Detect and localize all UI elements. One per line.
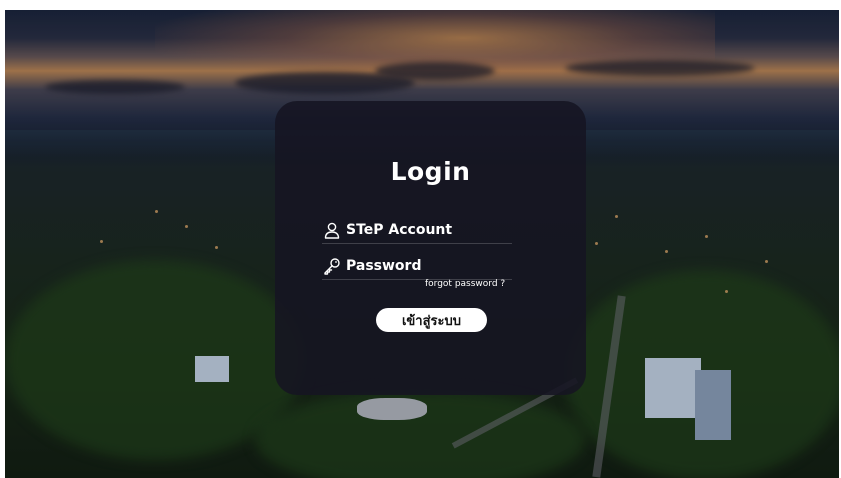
account-label: STeP Account [346, 222, 453, 238]
login-button[interactable]: เข้าสู่ระบบ [376, 308, 487, 332]
login-panel: Login STeP Account Password forgot passw… [275, 101, 586, 395]
password-label: Password [346, 258, 422, 274]
password-field[interactable]: Password [322, 253, 512, 280]
forgot-password-link[interactable]: forgot password ? [425, 279, 505, 289]
key-icon [322, 256, 342, 276]
login-title: Login [390, 157, 471, 186]
user-icon [322, 220, 342, 240]
account-field[interactable]: STeP Account [322, 217, 512, 244]
